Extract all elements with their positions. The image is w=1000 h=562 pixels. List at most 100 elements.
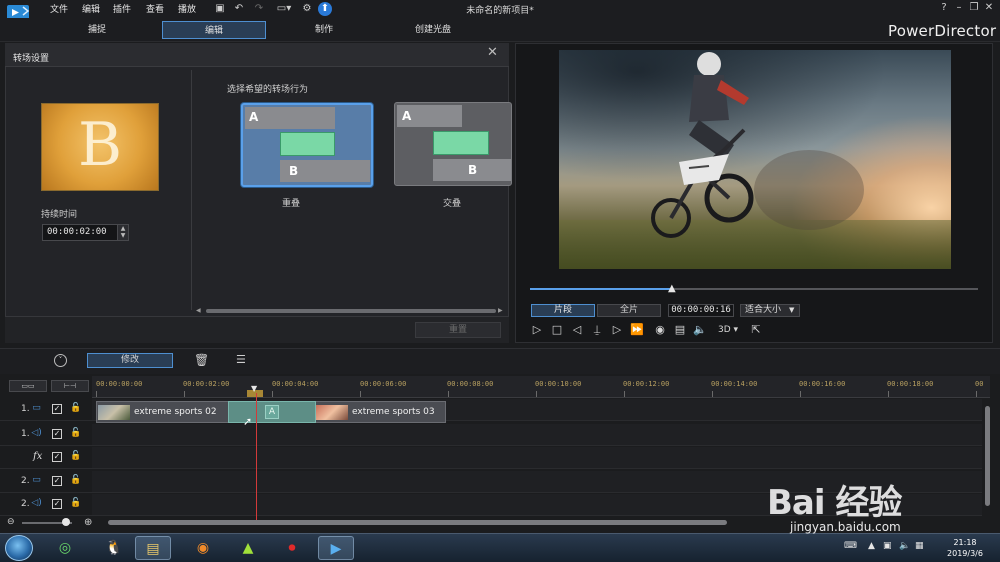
app-icon[interactable]: ▲ [230,536,266,560]
fast-forward-icon[interactable]: ⏩ [630,323,644,337]
video-preview [559,50,951,269]
track-a-bar [245,107,335,129]
tab-capture[interactable]: 捕捉 [45,21,149,39]
trash-icon[interactable]: 🗑 [194,353,209,367]
timeline-horizontal-scrollbar[interactable] [108,520,727,525]
scrubber-handle[interactable]: ▲ [668,283,676,294]
duration-label: 持续时间 [41,210,78,220]
track-fx[interactable] [92,447,982,469]
playhead-handle[interactable]: ▼ [251,384,257,393]
zoom-slider-handle[interactable] [62,518,70,526]
movie-mode-button[interactable]: 全片 [597,304,661,317]
duration-field[interactable]: 00:00:02:00 [42,224,120,241]
scroll-right-icon[interactable]: ▶ [498,307,503,314]
ruler-tick [536,391,537,397]
browser-360-icon[interactable]: ◎ [47,536,83,560]
track-a-label: A [402,109,412,123]
transition-marker: A [265,405,279,419]
track-number: 1. [21,404,30,414]
split-icon[interactable]: ⍊ [590,323,604,337]
scroll-left-icon[interactable]: ◀ [196,307,201,314]
start-button[interactable] [5,535,33,561]
track-enable-checkbox[interactable]: ✓ [52,429,62,439]
next-frame-icon[interactable]: ▷ [610,323,624,337]
volume-icon[interactable]: 🔈 [693,323,707,337]
lock-icon[interactable]: 🔓 [70,451,81,461]
track-audio-1[interactable] [92,424,982,446]
track-header-audio-1: 1. ◁) ✓ 🔓 [0,424,92,446]
play-icon[interactable]: ▷ [530,323,544,337]
clip-mode-button[interactable]: 片段 [531,304,595,317]
timecode-display[interactable]: 00:00:00:16 [668,304,734,317]
stop-icon[interactable]: □ [550,323,564,337]
tab-edit[interactable]: 编辑 [162,21,266,39]
zoom-in-icon[interactable]: ⊕ [84,517,92,528]
system-clock[interactable]: 21:18 2019/3/6 [935,537,995,559]
keyboard-icon[interactable]: ⌨ [844,541,857,551]
lock-icon[interactable]: 🔓 [70,403,81,413]
zoom-out-icon[interactable]: ⊖ [7,517,15,527]
snapshot-icon[interactable]: ◉ [653,323,667,337]
transition-option-cross[interactable]: A B [394,102,512,186]
transition-preview: B [41,103,159,191]
modify-button[interactable]: 修改 [87,353,173,368]
audio-track-icon: ◁) [31,498,42,508]
close-button[interactable]: ✕ [982,2,996,13]
subtitle-icon[interactable]: ▤ [673,323,687,337]
transition-clip[interactable]: A [228,401,316,423]
ruler-tick-label: 00:00:00:00 [96,380,143,388]
chevron-down-icon[interactable]: ˅ [54,354,67,367]
duration-stepper[interactable]: ▲ ▼ [117,224,129,241]
transition-option-overlap[interactable]: A B [241,103,373,187]
fit-timeline-button[interactable]: ⊢⊣ [51,380,89,392]
divider [191,70,192,310]
video-clip[interactable]: extreme sports 02 [96,401,230,423]
video-clip[interactable]: extreme sports 03 [314,401,446,423]
timeline-vertical-scrollbar[interactable] [985,406,990,506]
overlap-caption: 重叠 [281,199,300,209]
lock-icon[interactable]: 🔓 [70,475,81,485]
behavior-label: 选择希望的转场行为 [227,85,309,95]
minimize-button[interactable]: – [952,2,966,13]
lock-icon[interactable]: 🔓 [70,498,81,508]
clock-time: 21:18 [953,538,977,547]
undock-icon[interactable]: ⇱ [749,323,763,337]
fit-size-select[interactable]: 适合大小 ▼ [740,304,800,317]
qq-icon[interactable]: 🐧 [96,536,132,560]
tab-produce[interactable]: 制作 [272,21,376,39]
network-icon[interactable]: ▦ [915,541,924,551]
clip-thumbnail [98,405,130,420]
lock-icon[interactable]: 🔓 [70,428,81,438]
restore-button[interactable]: ❐ [967,2,981,13]
track-enable-checkbox[interactable]: ✓ [52,404,62,414]
powerdirector-taskbar-icon[interactable]: ▶ [318,536,354,560]
preview-letter: B [77,110,123,180]
panel-header [5,43,509,67]
help-button[interactable]: ? [937,2,951,13]
track-b-label: B [289,164,299,178]
ruler-tick-label: 00:00:14:00 [711,380,758,388]
track-enable-checkbox[interactable]: ✓ [52,452,62,462]
screen-recorder-icon[interactable]: ⏺ [274,536,310,560]
file-explorer-icon[interactable]: ▤ [135,536,171,560]
ruler-tick [272,391,273,397]
mouse-cursor-icon: ➚ [243,415,253,428]
close-icon[interactable]: ✕ [487,45,498,60]
playhead-line [256,393,257,520]
scroll-thumb[interactable] [206,309,496,313]
clip-name: extreme sports 02 [134,407,217,417]
list-icon[interactable]: ☰ [236,353,246,366]
cross-caption: 交叠 [442,199,461,209]
tray-expand-icon[interactable]: ▲ [868,541,875,551]
track-enable-checkbox[interactable]: ✓ [52,476,62,486]
firefox-icon[interactable]: ◉ [185,536,221,560]
volume-icon[interactable]: 🔈 [899,541,910,551]
3d-toggle[interactable]: 3D ▾ [715,323,741,337]
reset-button[interactable]: 重置 [415,322,501,338]
track-manager-button[interactable]: ▭▭ [9,380,47,392]
track-enable-checkbox[interactable]: ✓ [52,499,62,509]
ruler-tick [96,391,97,397]
device-icon[interactable]: ▣ [883,541,892,551]
previous-frame-icon[interactable]: ◁ [570,323,584,337]
tab-create-disc[interactable]: 创建光盘 [381,21,485,39]
